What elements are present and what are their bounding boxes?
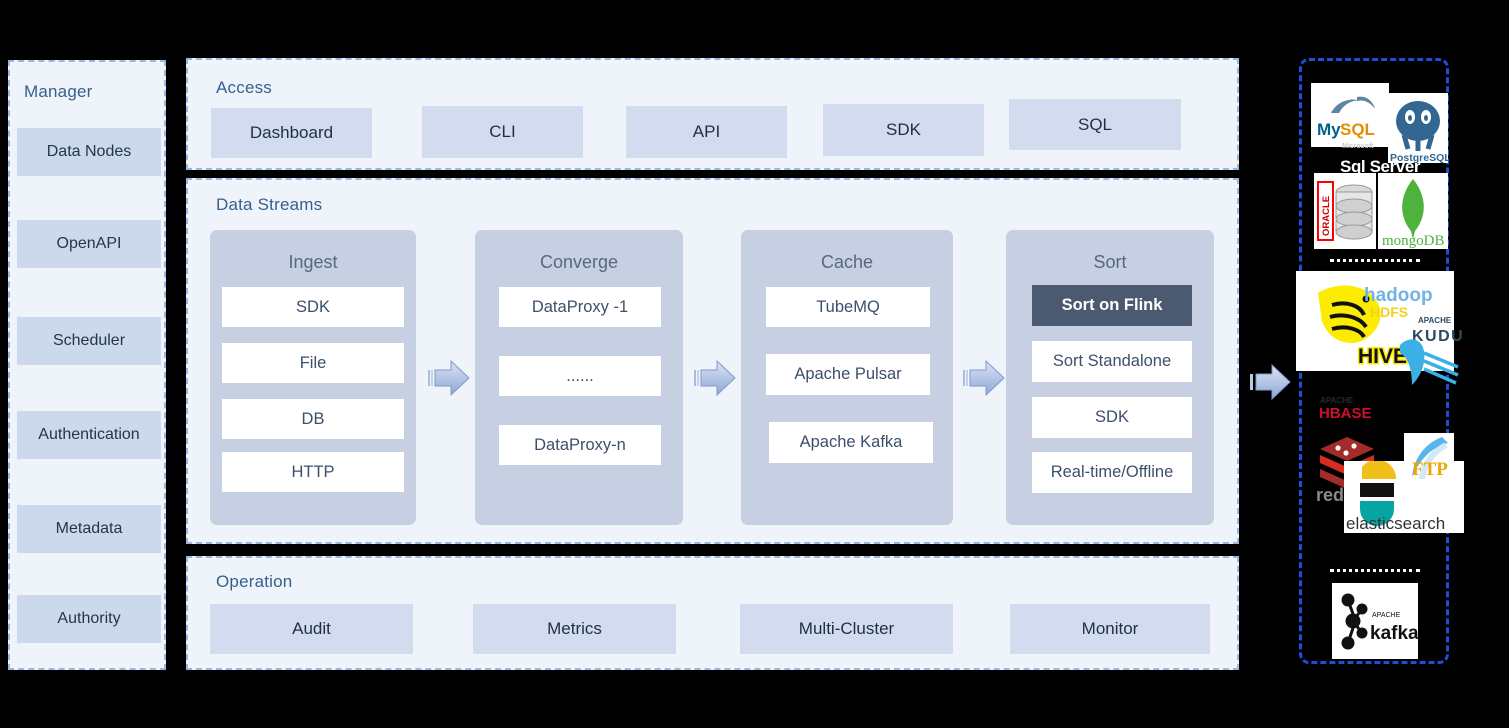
stage-title-cache: Cache (820, 252, 874, 272)
data-streams-panel: Data Streams Ingest SDK File DB HTTP Con… (186, 178, 1239, 544)
apache-kafka-logo: APACHE kafka (1332, 583, 1418, 659)
sort-item-sdk[interactable]: SDK (1032, 397, 1192, 438)
access-item-api[interactable]: API (626, 106, 787, 158)
sort-item-sort-standalone[interactable]: Sort Standalone (1032, 341, 1192, 382)
access-item-sdk[interactable]: SDK (823, 104, 984, 156)
manager-item-scheduler[interactable]: Scheduler (17, 317, 161, 365)
sort-item-sort-on-flink[interactable]: Sort on Flink (1032, 285, 1192, 326)
mongodb-logo: mongoDB (1378, 173, 1448, 249)
converge-item-ellipsis[interactable]: ...... (499, 356, 661, 396)
cache-item-apache-kafka[interactable]: Apache Kafka (769, 422, 933, 463)
manager-item-metadata[interactable]: Metadata (17, 505, 161, 553)
postgresql-logo: PostgreSQL (1388, 93, 1448, 163)
operation-panel: Operation Audit Metrics Multi-Cluster Mo… (186, 556, 1239, 670)
cache-item-tubemq[interactable]: TubeMQ (766, 287, 930, 327)
manager-item-data-nodes[interactable]: Data Nodes (17, 128, 161, 176)
operation-panel-title: Operation (216, 572, 293, 591)
apache-hbase-logo: APACHE HBASE (1318, 391, 1398, 423)
svg-text:APACHE: APACHE (1418, 316, 1452, 325)
access-item-sql[interactable]: SQL (1009, 99, 1181, 150)
manager-item-authority[interactable]: Authority (17, 595, 161, 643)
svg-text:APACHE: APACHE (1320, 396, 1354, 405)
stage-column-cache: Cache TubeMQ Apache Pulsar Apache Kafka (741, 230, 953, 525)
manager-panel-title: Manager (24, 82, 93, 101)
svg-text:SQL: SQL (1340, 120, 1375, 139)
svg-text:My: My (1317, 120, 1341, 139)
manager-item-openapi[interactable]: OpenAPI (17, 220, 161, 268)
sqlserver-vendor-label: Microsoft (1342, 143, 1374, 150)
data-streams-panel-title: Data Streams (216, 195, 323, 214)
stage-title-converge: Converge (539, 252, 619, 272)
operation-item-metrics[interactable]: Metrics (473, 604, 676, 654)
access-panel-title: Access (216, 78, 272, 97)
operation-item-multi-cluster[interactable]: Multi-Cluster (740, 604, 953, 654)
arrow-cache-to-sort (960, 356, 1006, 400)
stage-column-sort: Sort Sort on Flink Sort Standalone SDK R… (1006, 230, 1214, 525)
stage-column-ingest: Ingest SDK File DB HTTP (210, 230, 416, 525)
svg-text:HBASE: HBASE (1319, 405, 1372, 422)
stage-column-converge: Converge DataProxy -1 ...... DataProxy-n (475, 230, 683, 525)
svg-text:KUDU: KUDU (1412, 328, 1464, 345)
stage-title-ingest: Ingest (288, 252, 338, 272)
ingest-item-db[interactable]: DB (222, 399, 404, 439)
arrow-sort-to-sinks (1246, 360, 1292, 404)
mysql-logo: My SQL (1311, 83, 1389, 147)
svg-text:APACHE: APACHE (1372, 612, 1401, 619)
svg-text:mongoDB: mongoDB (1382, 233, 1445, 249)
converge-item-dataproxy-1[interactable]: DataProxy -1 (499, 287, 661, 327)
architecture-diagram: Manager Data Nodes OpenAPI Scheduler Aut… (0, 0, 1509, 728)
access-item-cli[interactable]: CLI (422, 106, 583, 158)
stage-title-sort: Sort (1093, 252, 1127, 272)
cache-item-apache-pulsar[interactable]: Apache Pulsar (766, 354, 930, 395)
svg-text:FTP: FTP (1412, 459, 1448, 480)
converge-item-dataproxy-n[interactable]: DataProxy-n (499, 425, 661, 465)
svg-text:hadoop: hadoop (1364, 285, 1433, 306)
access-item-dashboard[interactable]: Dashboard (211, 108, 372, 158)
ingest-item-file[interactable]: File (222, 343, 404, 383)
sinks-panel: My SQL PostgreSQL Sql Server Microsoft O… (1296, 58, 1464, 664)
group-separator-2 (1330, 569, 1420, 572)
apache-kudu-logo: APACHE KUDU (1394, 309, 1466, 389)
arrow-converge-to-cache (691, 356, 737, 400)
manager-panel: Manager Data Nodes OpenAPI Scheduler Aut… (8, 60, 166, 670)
sort-item-real-time-offline[interactable]: Real-time/Offline (1032, 452, 1192, 493)
svg-text:ORACLE: ORACLE (1321, 196, 1332, 236)
operation-item-monitor[interactable]: Monitor (1010, 604, 1210, 654)
manager-item-authentication[interactable]: Authentication (17, 411, 161, 459)
operation-item-audit[interactable]: Audit (210, 604, 413, 654)
arrow-ingest-to-converge (425, 356, 471, 400)
ingest-item-sdk[interactable]: SDK (222, 287, 404, 327)
access-panel: Access Dashboard CLI API SDK SQL (186, 58, 1239, 170)
svg-text:elasticsearch: elasticsearch (1346, 514, 1445, 533)
oracle-logo: ORACLE (1314, 173, 1376, 249)
ftp-logo: FTP (1404, 433, 1454, 489)
group-separator-1 (1330, 259, 1420, 262)
svg-text:kafka: kafka (1370, 623, 1418, 644)
ingest-item-http[interactable]: HTTP (222, 452, 404, 492)
